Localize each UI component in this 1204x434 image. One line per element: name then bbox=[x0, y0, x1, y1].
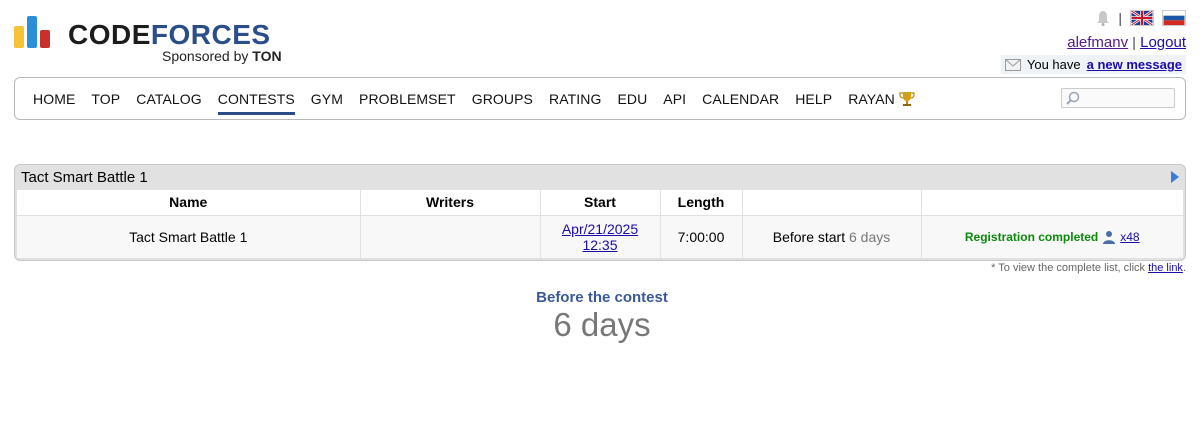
complete-list-footnote: * To view the complete list, click the l… bbox=[991, 262, 1186, 274]
user-separator: | bbox=[1132, 34, 1136, 50]
codeforces-logo[interactable]: CODEFORCES Sponsored by TON bbox=[14, 14, 294, 66]
column-header-status bbox=[742, 190, 922, 216]
contest-start: Apr/21/2025 12:35 bbox=[540, 215, 661, 258]
menu-item-contests[interactable]: CONTESTS bbox=[217, 87, 295, 115]
bell-icon[interactable] bbox=[1096, 10, 1110, 26]
new-message-notice: You have a new message bbox=[1000, 55, 1186, 74]
menu-item-calendar[interactable]: CALENDAR bbox=[702, 87, 779, 111]
logo-text-forces: FORCES bbox=[150, 19, 271, 50]
main-menu: HOME TOP CATALOG CONTESTS GYM PROBLEMSET… bbox=[14, 77, 1186, 120]
menu-item-help[interactable]: HELP bbox=[795, 87, 832, 111]
user-row: alefmanv | Logout bbox=[1001, 34, 1186, 51]
search-icon bbox=[1066, 91, 1080, 105]
trophy-icon bbox=[899, 91, 915, 106]
countdown-value: 6 days bbox=[553, 306, 651, 343]
russia-flag-icon[interactable] bbox=[1162, 10, 1186, 26]
contest-box-title: Tact Smart Battle 1 bbox=[21, 169, 148, 186]
menu-item-rating[interactable]: RATING bbox=[549, 87, 601, 111]
contest-table: Name Writers Start Length Tact Smart Bat… bbox=[17, 190, 1183, 258]
before-start-value: 6 days bbox=[849, 228, 891, 245]
header-user-panel: | alefmanv | Logout You have a new messa… bbox=[1000, 8, 1186, 76]
contest-name: Tact Smart Battle 1 bbox=[17, 215, 361, 258]
uk-flag-icon[interactable] bbox=[1130, 10, 1154, 26]
before-start-label: Before start bbox=[772, 228, 846, 245]
menu-item-gym[interactable]: GYM bbox=[311, 87, 343, 111]
contest-start-link[interactable]: Apr/21/2025 12:35 bbox=[562, 221, 638, 253]
footnote-text: * To view the complete list, click bbox=[991, 262, 1146, 274]
menu-item-groups[interactable]: GROUPS bbox=[472, 87, 533, 111]
menu-item-api[interactable]: API bbox=[663, 87, 686, 111]
menu-item-top[interactable]: TOP bbox=[91, 87, 120, 111]
column-header-name: Name bbox=[17, 190, 361, 216]
sponsor-line: Sponsored by TON bbox=[162, 48, 282, 64]
logout-link[interactable]: Logout bbox=[1140, 34, 1186, 51]
menu-item-rayan[interactable]: RAYAN bbox=[848, 87, 915, 111]
contest-start-time: 12:35 bbox=[582, 236, 618, 253]
search-box bbox=[1061, 88, 1175, 108]
new-message-link[interactable]: a new message bbox=[1087, 57, 1182, 72]
sponsor-prefix: Sponsored by bbox=[162, 48, 249, 64]
participant-icon bbox=[1103, 231, 1116, 245]
contest-countdown-cell: Before start 6 days bbox=[742, 215, 922, 258]
column-header-registration bbox=[921, 190, 1183, 216]
footnote-suffix: . bbox=[1182, 262, 1186, 274]
menu-item-catalog[interactable]: CATALOG bbox=[136, 87, 202, 111]
language-separator: | bbox=[1118, 10, 1122, 26]
countdown-title: Before the contest bbox=[536, 289, 668, 306]
menu-item-rayan-label: RAYAN bbox=[848, 90, 895, 107]
username-link[interactable]: alefmanv bbox=[1067, 34, 1128, 51]
complete-list-link[interactable]: the link bbox=[1148, 262, 1183, 274]
language-row: | bbox=[1001, 8, 1186, 28]
table-row: Tact Smart Battle 1 Apr/21/2025 12:35 7:0… bbox=[17, 215, 1183, 258]
message-prefix: You have bbox=[1026, 57, 1081, 72]
column-header-writers: Writers bbox=[360, 190, 541, 216]
table-header-row: Name Writers Start Length bbox=[17, 190, 1183, 216]
sponsor-name: TON bbox=[252, 48, 282, 64]
contest-box: Tact Smart Battle 1 Name Writers Start L… bbox=[14, 164, 1186, 261]
registration-cell: Registration completed x48 bbox=[921, 215, 1183, 258]
contest-start-date: Apr/21/2025 bbox=[561, 220, 639, 237]
contest-writers bbox=[360, 215, 541, 258]
logo-text: CODEFORCES bbox=[68, 20, 271, 50]
menu-item-home[interactable]: HOME bbox=[33, 87, 75, 111]
logo-text-code: CODE bbox=[68, 19, 151, 50]
contest-length: 7:00:00 bbox=[660, 215, 743, 258]
logo-bars-icon bbox=[14, 14, 54, 48]
registration-status: Registration completed bbox=[964, 230, 1099, 245]
column-header-length: Length bbox=[660, 190, 743, 216]
column-header-start: Start bbox=[540, 190, 661, 216]
menu-item-problemset[interactable]: PROBLEMSET bbox=[359, 87, 456, 111]
envelope-icon bbox=[1004, 58, 1021, 71]
menu-item-edu[interactable]: EDU bbox=[617, 87, 647, 111]
participants-count-link[interactable]: x48 bbox=[1120, 229, 1139, 245]
expand-arrow-icon[interactable] bbox=[1171, 171, 1179, 183]
